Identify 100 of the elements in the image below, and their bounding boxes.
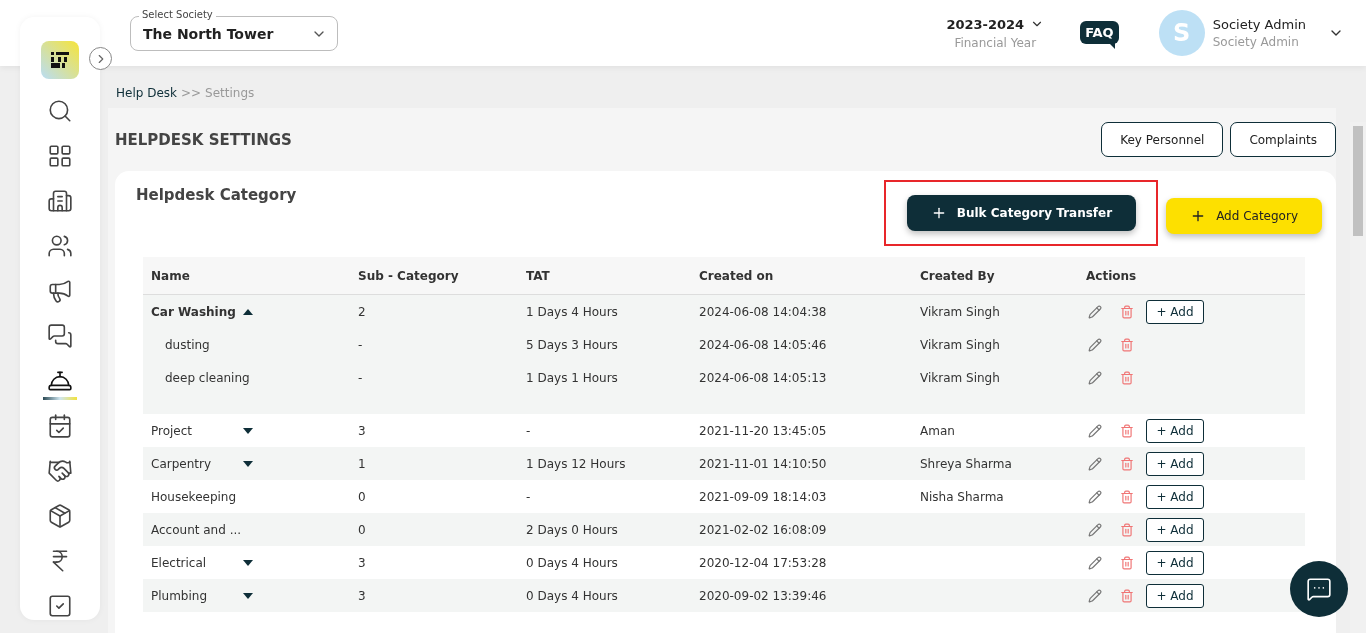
tat-cell-text: 1 Days 12 Hours [525,456,627,471]
chat-bubbles-icon [47,322,73,349]
delete-icon[interactable] [1120,370,1134,385]
column-header: Created By [919,268,996,283]
created-by-cell-text: Vikram Singh [919,370,1001,385]
created-by-cell-text: Shreya Sharma [919,456,1013,471]
tat-cell-text: 1 Days 4 Hours [525,304,619,319]
edit-icon[interactable] [1088,489,1102,504]
handshake-icon [47,457,73,484]
breadcrumb-current: Settings [205,86,255,100]
category-name: Electrical [151,555,208,570]
created-on-cell-text: 2024-06-08 14:05:46 [698,337,828,352]
edit-icon[interactable] [1088,522,1102,537]
tat-cell-text: 0 Days 4 Hours [525,555,619,570]
select-value: The North Tower [143,25,274,42]
financial-year-label: Financial Year [954,35,1037,50]
tat-cell-text: 2 Days 0 Hours [525,522,619,537]
column-header: Sub - Category [357,268,460,283]
add-subcategory-button[interactable]: + Add [1146,583,1204,608]
tat-cell-text: - [525,423,532,438]
edit-icon[interactable] [1088,337,1102,352]
delete-icon[interactable] [1120,588,1134,603]
add-subcategory-button[interactable]: + Add [1146,517,1204,542]
caret-down-icon[interactable] [243,558,253,567]
people-icon [47,232,73,259]
edit-icon[interactable] [1088,555,1102,570]
financial-year-value[interactable]: 2023-2024 [946,16,1025,32]
select-label: Select Society [139,9,216,21]
column-header: Actions [1085,268,1138,283]
created-on-cell-text: 2021-11-01 14:10:50 [698,456,828,471]
category-name: Car Washing [151,304,237,319]
sub-category-count: - [357,337,364,352]
caret-down-icon[interactable] [243,591,253,600]
caret-down-icon[interactable] [243,426,253,435]
delete-icon[interactable] [1120,489,1134,504]
edit-icon[interactable] [1088,456,1102,471]
delete-icon[interactable] [1120,423,1134,438]
delete-icon[interactable] [1120,555,1134,570]
created-by-cell-text: Nisha Sharma [919,489,1005,504]
edit-icon[interactable] [1088,304,1102,319]
caret-up-icon[interactable] [243,307,253,316]
grid-icon [47,142,73,169]
created-on-cell-text: 2021-02-02 16:08:09 [698,522,828,537]
calendar-icon [47,412,73,439]
box-icon [47,502,73,529]
created-on-cell-text: 2021-09-09 18:14:03 [698,489,828,504]
sub-category-count: 0 [357,489,367,504]
tat-cell-text: 0 Days 4 Hours [525,588,619,603]
add-category-button[interactable]: Add Category [1166,197,1322,234]
megaphone-icon [47,277,73,304]
user-name: Society Admin [1212,17,1306,32]
category-name: deep cleaning [165,370,250,385]
category-name: Carpentry [151,456,212,471]
edit-icon[interactable] [1088,370,1102,385]
faq-button[interactable]: FAQ [1080,20,1119,44]
building-icon [47,187,73,214]
sub-category-count: 3 [357,588,367,603]
edit-icon[interactable] [1088,588,1102,603]
user-avatar: S [1158,10,1205,56]
logo-icon[interactable] [41,41,79,79]
tat-cell-text: 5 Days 3 Hours [525,337,619,352]
add-subcategory-button[interactable]: + Add [1146,451,1204,476]
sub-category-count: - [357,370,364,385]
sub-category-count: 1 [357,456,367,471]
created-on-cell-text: 2024-06-08 14:04:38 [698,304,828,319]
add-subcategory-button[interactable]: + Add [1146,550,1204,575]
add-subcategory-button[interactable]: + Add [1146,418,1204,443]
sub-category-count: 3 [357,555,367,570]
sub-category-count: 3 [357,423,367,438]
column-header: Name [150,268,191,283]
user-role: Society Admin [1212,35,1300,49]
tat-cell-text: 1 Days 1 Hours [525,370,619,385]
add-subcategory-button[interactable]: + Add [1146,484,1204,509]
created-by-cell-text: Vikram Singh [919,304,1001,319]
add-subcategory-button[interactable]: + Add [1146,299,1204,324]
column-header: Created on [698,268,775,283]
breadcrumb-link[interactable]: Help Desk [116,86,177,100]
caret-down-icon[interactable] [243,459,253,468]
nav-button[interactable]: Key Personnel [1101,122,1224,157]
checkbox-icon [47,592,73,619]
created-on-cell-text: 2020-12-04 17:53:28 [698,555,828,570]
bulk-transfer-button[interactable]: Bulk Category Transfer [906,195,1137,231]
delete-icon[interactable] [1120,522,1134,537]
category-name: Housekeeping [151,489,238,504]
delete-icon[interactable] [1120,304,1134,319]
nav-button[interactable]: Complaints [1230,122,1336,157]
edit-icon[interactable] [1088,423,1102,438]
category-name: Project [151,423,194,438]
column-header: TAT [525,268,551,283]
breadcrumb-separator: >> [181,86,202,100]
category-name: dusting [165,337,210,352]
chat-icon [1306,576,1332,602]
category-name: Account and ... [151,522,243,537]
sub-category-count: 2 [357,304,367,319]
created-by-cell-text: Aman [919,423,956,438]
delete-icon[interactable] [1120,337,1134,352]
page-title: HELPDESK SETTINGS [115,130,292,149]
sub-category-count: 0 [357,522,367,537]
delete-icon[interactable] [1120,456,1134,471]
created-by-cell-text: Vikram Singh [919,337,1001,352]
